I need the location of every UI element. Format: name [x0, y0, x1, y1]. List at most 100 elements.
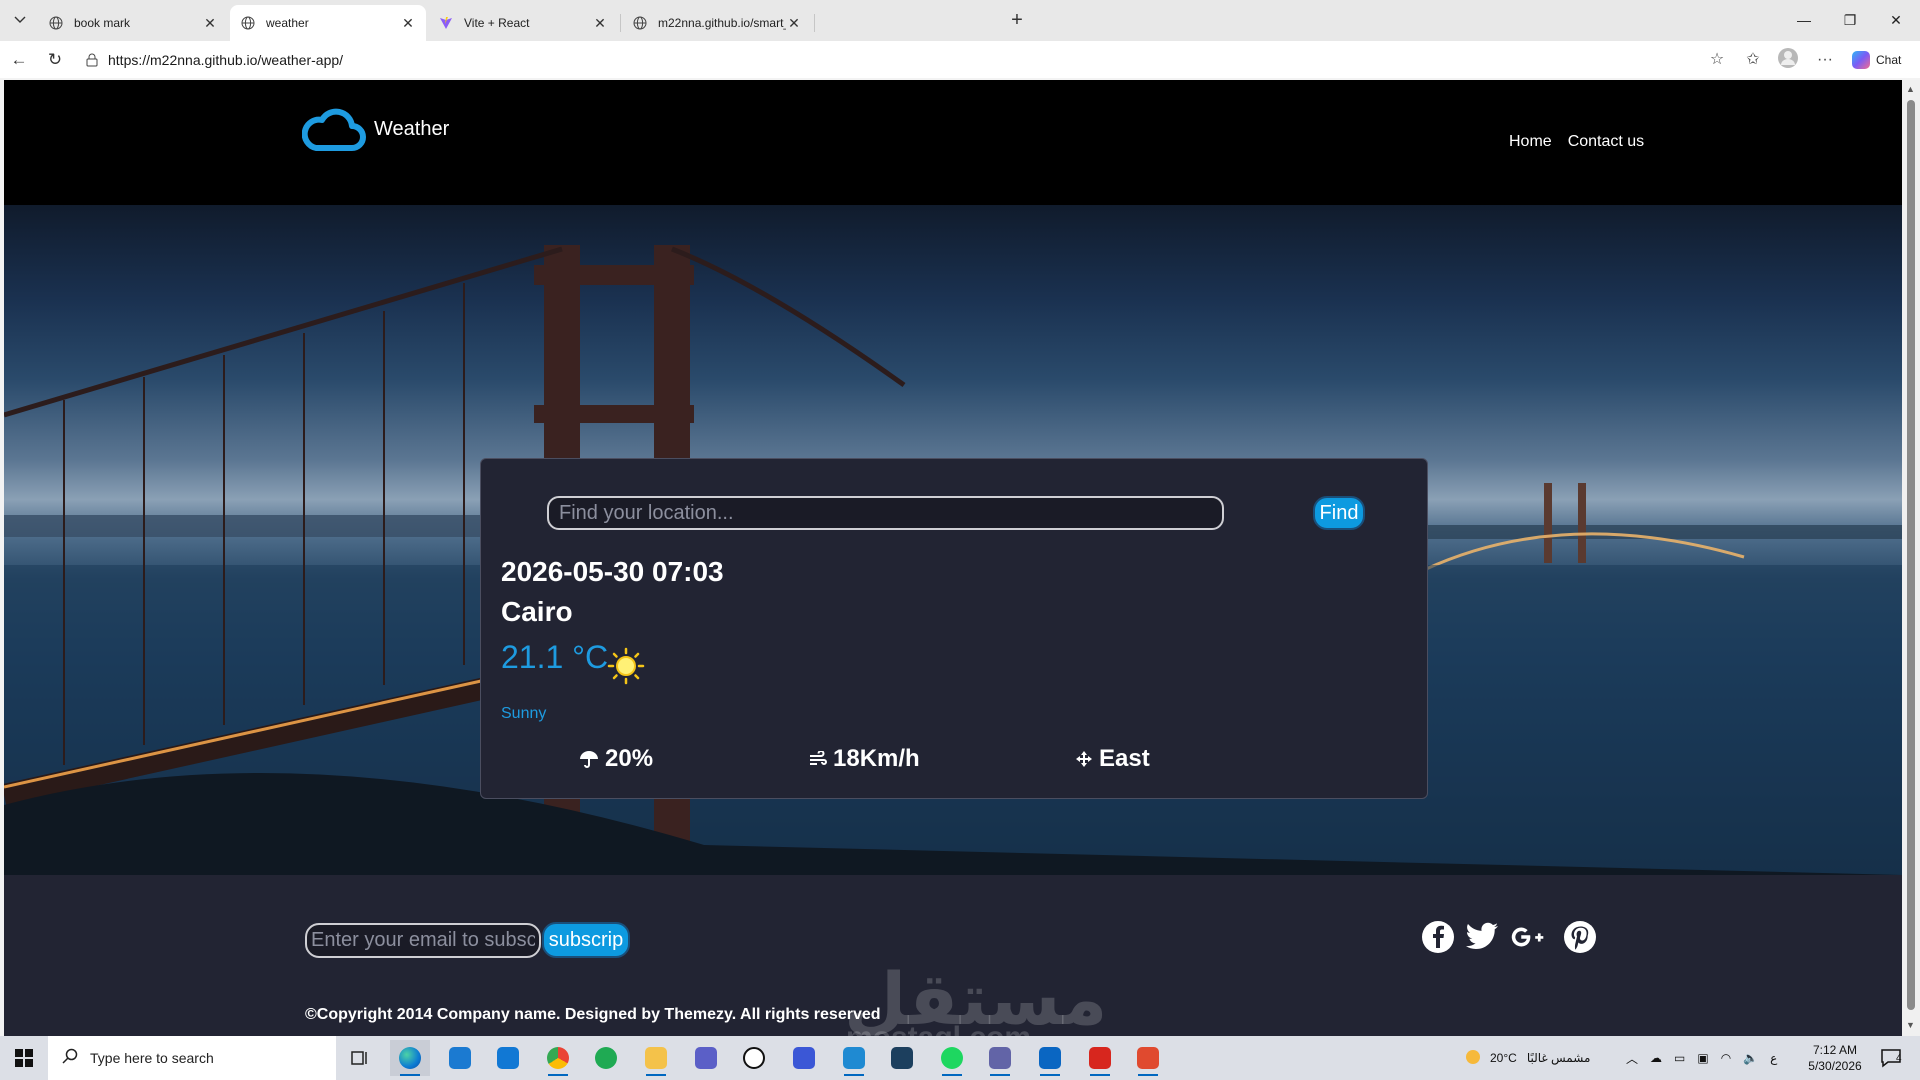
- weather-widget[interactable]: 20°C مشمس غالبًا: [1462, 1036, 1590, 1080]
- location-search-input[interactable]: [547, 496, 1224, 530]
- subscribe-button[interactable]: subscrip: [542, 922, 630, 958]
- tab-title: book mark: [74, 16, 131, 30]
- page-viewport: Weather Home Contact us Find your locati…: [4, 80, 1902, 1036]
- wifi-icon[interactable]: ◠: [1721, 1051, 1731, 1065]
- meet-now-icon[interactable]: ▣: [1697, 1051, 1708, 1065]
- tab-smart-login[interactable]: m22nna.github.io/smart_login/ ✕: [622, 5, 812, 41]
- umbrella-icon: [579, 750, 599, 768]
- brand-name: Weather: [374, 118, 450, 140]
- close-tab-icon[interactable]: ✕: [400, 15, 416, 32]
- email-subscribe-input[interactable]: [305, 923, 541, 958]
- nav-home-link[interactable]: Home: [1509, 133, 1552, 151]
- google-plus-icon[interactable]: [1510, 919, 1546, 955]
- windows-taskbar: Type here to search 20°C مشمس غالبًا ︿ ☁…: [0, 1036, 1920, 1080]
- chrome-icon[interactable]: [538, 1040, 578, 1076]
- sun-icon: [607, 647, 645, 690]
- twitter-icon[interactable]: [1464, 919, 1500, 955]
- close-tab-icon[interactable]: ✕: [202, 15, 218, 32]
- taskbar-search-box[interactable]: Type here to search: [48, 1036, 336, 1080]
- direction-value: East: [1099, 745, 1150, 772]
- sunny-weather-icon: [1462, 1046, 1484, 1071]
- more-options-icon[interactable]: ···: [1812, 47, 1838, 73]
- notification-count: 4: [1896, 1052, 1902, 1064]
- site-header: Weather Home Contact us: [4, 80, 1902, 205]
- tab-title: m22nna.github.io/smart_login/: [658, 16, 786, 30]
- lock-icon: [86, 53, 100, 67]
- copilot-app-icon[interactable]: [784, 1040, 824, 1076]
- find-button[interactable]: Find: [1313, 496, 1365, 530]
- scroll-up-arrow-icon[interactable]: ▲: [1906, 84, 1915, 94]
- direction-stat: East: [1075, 745, 1150, 773]
- spotify-icon[interactable]: [932, 1040, 972, 1076]
- copilot-chat-button[interactable]: Chat: [1852, 48, 1901, 72]
- tab-actions-chevron-icon[interactable]: [8, 8, 32, 32]
- site-footer: subscrip مستقل mostaql.com ©Copyright 20…: [4, 875, 1902, 1036]
- pinterest-icon[interactable]: [1562, 919, 1598, 955]
- outlook-icon[interactable]: [488, 1040, 528, 1076]
- taskbar-weather-text: مشمس غالبًا: [1526, 1051, 1591, 1065]
- edge-browser-icon[interactable]: [390, 1040, 430, 1076]
- favorites-list-icon[interactable]: ✩: [1740, 47, 1766, 73]
- profile-avatar-icon[interactable]: [1775, 47, 1801, 73]
- back-arrow-icon[interactable]: ←: [6, 47, 32, 73]
- taskbar-clock[interactable]: 7:12 AM 5/30/2026: [1800, 1042, 1870, 1074]
- battery-icon[interactable]: ▭: [1674, 1051, 1685, 1065]
- nav-contact-link[interactable]: Contact us: [1568, 133, 1644, 151]
- chat-label: Chat: [1876, 53, 1902, 67]
- vscode-icon[interactable]: [834, 1040, 874, 1076]
- wind-value: 18Km/h: [833, 745, 920, 772]
- url-field[interactable]: https://m22nna.github.io/weather-app/: [78, 45, 1736, 74]
- address-bar: ← ↻ https://m22nna.github.io/weather-app…: [0, 41, 1920, 78]
- globe-icon: [240, 15, 256, 31]
- url-text: https://m22nna.github.io/weather-app/: [108, 51, 344, 68]
- notification-center-icon[interactable]: 4: [1880, 1036, 1902, 1080]
- browser-tab-bar: book mark ✕ weather ✕ Vite + React ✕ m22…: [0, 0, 1920, 41]
- new-tab-plus-icon[interactable]: +: [1004, 8, 1030, 34]
- facebook-icon[interactable]: [1420, 919, 1456, 955]
- windows-start-icon[interactable]: [0, 1036, 48, 1080]
- teams-icon[interactable]: [686, 1040, 726, 1076]
- tab-book-mark[interactable]: book mark ✕: [38, 5, 228, 41]
- file-explorer-icon[interactable]: [636, 1040, 676, 1076]
- acrobat-icon[interactable]: [1080, 1040, 1120, 1076]
- page-scrollbar[interactable]: ▲ ▼: [1902, 80, 1920, 1036]
- weather-condition: Sunny: [501, 705, 547, 722]
- clock-date: 5/30/2026: [1808, 1059, 1862, 1073]
- globe-icon: [48, 15, 64, 31]
- weather-temperature: 21.1 °C: [501, 639, 609, 675]
- volume-icon[interactable]: 🔈: [1743, 1051, 1758, 1065]
- onedrive-icon[interactable]: ☁: [1650, 1051, 1662, 1065]
- tab-vite-react[interactable]: Vite + React ✕: [428, 5, 618, 41]
- minimize-icon[interactable]: —: [1784, 8, 1824, 32]
- taskbar-weather-temp: 20°C: [1490, 1051, 1517, 1065]
- close-tab-icon[interactable]: ✕: [786, 15, 802, 32]
- scrollbar-thumb[interactable]: [1907, 100, 1915, 1010]
- close-tab-icon[interactable]: ✕: [592, 15, 608, 32]
- microsoft-store-icon[interactable]: [440, 1040, 480, 1076]
- arduino-icon[interactable]: [882, 1040, 922, 1076]
- clock-time: 7:12 AM: [1812, 1043, 1858, 1057]
- scroll-down-arrow-icon[interactable]: ▼: [1906, 1020, 1915, 1030]
- whatsapp-icon[interactable]: [586, 1040, 626, 1076]
- search-icon: [62, 1048, 78, 1069]
- show-hidden-icons-chevron-icon[interactable]: ︿: [1626, 1050, 1638, 1067]
- tab-title: weather: [266, 16, 309, 30]
- input-language[interactable]: ع: [1770, 1051, 1777, 1065]
- chatgpt-icon[interactable]: [734, 1040, 774, 1076]
- copilot-icon: [1852, 51, 1870, 69]
- tool-app-icon[interactable]: [1128, 1040, 1168, 1076]
- restore-icon[interactable]: ❐: [1830, 8, 1870, 32]
- task-view-icon[interactable]: [340, 1040, 380, 1076]
- linkedin-icon[interactable]: [1030, 1040, 1070, 1076]
- cloud-logo-icon: [301, 106, 366, 157]
- taskbar-search-placeholder: Type here to search: [90, 1050, 214, 1066]
- wind-icon: [809, 751, 827, 767]
- hero-banner: Find 2026-05-30 07:03 Cairo 21.1 °C Sunn…: [4, 205, 1902, 875]
- teams-classic-icon[interactable]: [980, 1040, 1020, 1076]
- site-logo[interactable]: Weather: [301, 106, 450, 157]
- favorite-star-icon[interactable]: ☆: [1704, 47, 1730, 73]
- tab-weather[interactable]: weather ✕: [230, 5, 426, 41]
- tab-title: Vite + React: [464, 16, 530, 30]
- refresh-icon[interactable]: ↻: [42, 47, 68, 73]
- close-window-icon[interactable]: ✕: [1876, 8, 1916, 32]
